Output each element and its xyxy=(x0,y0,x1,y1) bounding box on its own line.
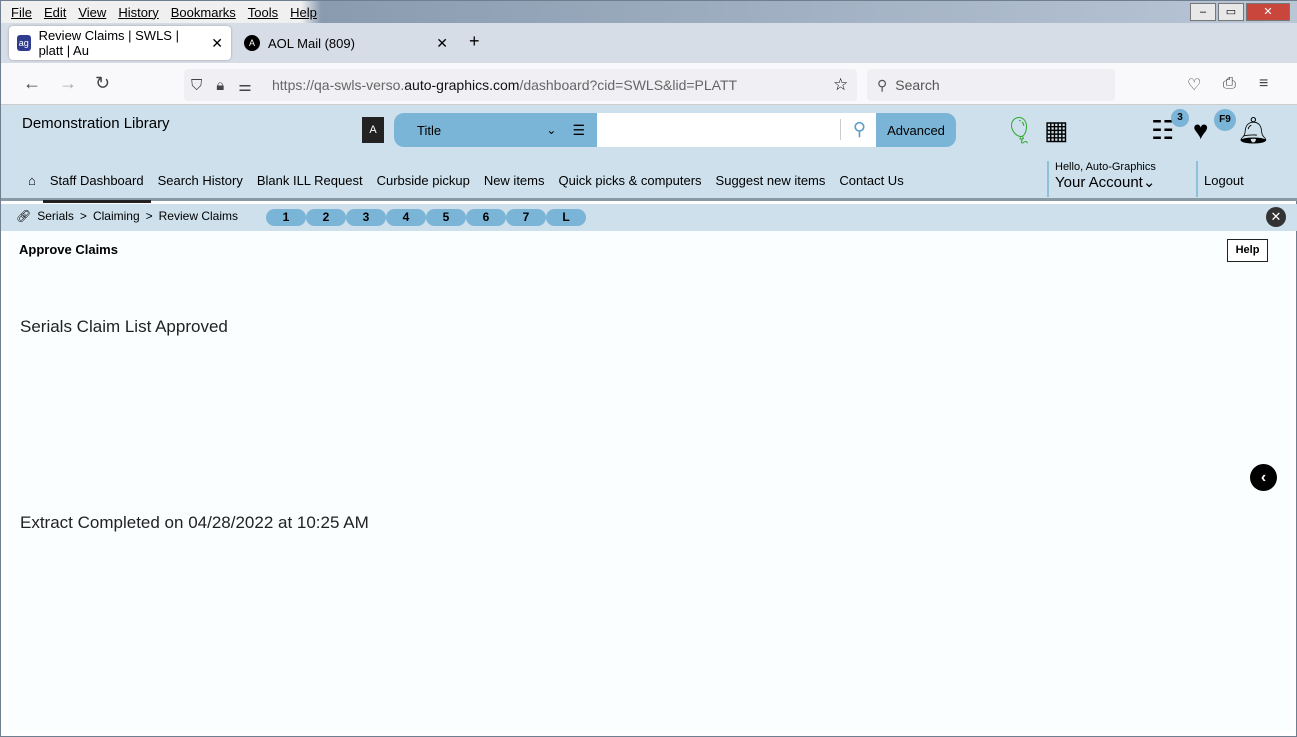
shield-icon[interactable]: ⛉ xyxy=(191,77,202,95)
search-placeholder: Search xyxy=(895,77,940,93)
menu-tools[interactable]: Tools xyxy=(248,5,278,20)
chevron-left-icon[interactable]: ‹ xyxy=(1250,464,1277,491)
page-button-2[interactable]: 2 xyxy=(306,209,346,226)
breadcrumb-separator: > xyxy=(145,209,153,223)
tab-title: AOL Mail (809) xyxy=(268,35,355,51)
ag-favicon-icon: ag xyxy=(17,35,31,51)
list-count-badge: 3 xyxy=(1171,109,1189,127)
library-name: Demonstration Library xyxy=(22,115,170,132)
balloon-icon[interactable]: 🎈︎ xyxy=(1003,115,1036,146)
lock-icon[interactable]: 🔒︎ xyxy=(216,77,224,95)
translate-icon[interactable]: A xyxy=(362,117,384,143)
search-type-select[interactable]: Title ⌄ ☰ xyxy=(394,113,597,147)
nav-contact-us[interactable]: Contact Us xyxy=(832,173,910,203)
tab-aol-mail[interactable]: A AOL Mail (809) ✕ xyxy=(236,26,456,60)
main-content: Approve Claims Help Serials Claim List A… xyxy=(7,231,1292,731)
url-path: /dashboard?cid=SWLS&lid=PLATT xyxy=(519,77,738,93)
breadcrumb-serials[interactable]: Serials xyxy=(37,209,74,223)
link-icon: 🔗︎ xyxy=(16,209,32,223)
nav-new-items[interactable]: New items xyxy=(477,173,552,203)
page-button-4[interactable]: 4 xyxy=(386,209,426,226)
reload-icon[interactable]: ↻ xyxy=(95,73,110,94)
nav-blank-ill-request[interactable]: Blank ILL Request xyxy=(250,173,370,203)
help-button[interactable]: Help xyxy=(1227,239,1268,262)
page-button-1[interactable]: 1 xyxy=(266,209,306,226)
page-button-3[interactable]: 3 xyxy=(346,209,386,226)
tab-title: Review Claims | SWLS | platt | Au xyxy=(38,28,179,58)
print-icon[interactable]: ⎙ xyxy=(1223,75,1236,93)
page-button-6[interactable]: 6 xyxy=(466,209,506,226)
nav-staff-dashboard[interactable]: Staff Dashboard xyxy=(42,173,151,203)
url-prefix: https://qa-swls-verso. xyxy=(272,77,405,93)
back-icon[interactable]: ← xyxy=(23,73,41,94)
status-message: Serials Claim List Approved xyxy=(20,317,228,336)
breadcrumb-bar: 🔗︎ Serials > Claiming > Review Claims 1 … xyxy=(1,204,1297,231)
permissions-icon[interactable]: ⚌ xyxy=(238,77,251,95)
page-shortcuts: 1 2 3 4 5 6 7 L xyxy=(266,209,586,226)
menu-view[interactable]: View xyxy=(78,5,106,20)
search-type-value: Title xyxy=(417,122,442,138)
forward-icon[interactable]: → xyxy=(59,73,77,94)
breadcrumb-separator: > xyxy=(79,209,87,223)
browser-search-input[interactable]: ⚲ Search xyxy=(867,69,1115,101)
minimize-button[interactable]: – xyxy=(1190,3,1216,21)
url-icons: ⛉ 🔒︎ ⚌ xyxy=(191,77,252,95)
aol-favicon-icon: A xyxy=(244,35,260,51)
menu-icon[interactable]: ≡ xyxy=(1259,75,1268,93)
nav-suggest-new-items[interactable]: Suggest new items xyxy=(709,173,833,203)
close-tab-icon[interactable]: ✕ xyxy=(436,35,448,52)
menu-edit[interactable]: Edit xyxy=(44,5,66,20)
menu-bar: File Edit View History Bookmarks Tools H… xyxy=(1,1,1297,23)
main-nav: ⌂ Staff Dashboard Search History Blank I… xyxy=(21,173,911,203)
greeting: Hello, Auto-Graphics xyxy=(1055,161,1156,173)
film-search-icon[interactable]: ▦ xyxy=(1044,115,1069,146)
bookmark-star-icon[interactable]: ☆ xyxy=(833,75,848,95)
home-icon[interactable]: ⌂ xyxy=(21,173,43,203)
url-domain: auto-graphics.com xyxy=(404,77,520,93)
tab-review-claims[interactable]: ag Review Claims | SWLS | platt | Au ✕ xyxy=(9,26,231,60)
page-button-7[interactable]: 7 xyxy=(506,209,546,226)
account-menu[interactable]: Hello, Auto-Graphics Your Account⌄ xyxy=(1047,161,1156,197)
tab-bar: ag Review Claims | SWLS | platt | Au ✕ A… xyxy=(1,23,1297,63)
menu-bookmarks[interactable]: Bookmarks xyxy=(171,5,236,20)
chevron-down-icon: ⌄ xyxy=(1142,174,1156,191)
database-icon[interactable]: ☰ xyxy=(572,122,585,139)
close-icon[interactable]: ✕ xyxy=(1266,207,1286,227)
advanced-search-button[interactable]: Advanced xyxy=(876,113,956,147)
page-button-5[interactable]: 5 xyxy=(426,209,466,226)
search-box: Title ⌄ ☰ ⚲ Advanced xyxy=(394,113,956,147)
breadcrumb: 🔗︎ Serials > Claiming > Review Claims xyxy=(16,209,238,223)
catalog-search-input[interactable]: ⚲ xyxy=(597,113,876,147)
search-icon[interactable]: ⚲ xyxy=(839,119,866,140)
menu-file[interactable]: File xyxy=(11,5,32,20)
breadcrumb-review-claims: Review Claims xyxy=(158,209,238,223)
close-tab-icon[interactable]: ✕ xyxy=(211,35,223,52)
logout-link[interactable]: Logout xyxy=(1196,161,1244,197)
page-title: Approve Claims xyxy=(19,242,118,257)
site-header: Demonstration Library A Title ⌄ ☰ ⚲ Adva… xyxy=(1,105,1297,203)
url-bar[interactable]: https://qa-swls-verso. auto-graphics.com /… xyxy=(184,69,857,101)
browser-toolbar: ← → ↻ https://qa-swls-verso. auto-graphic… xyxy=(1,63,1297,105)
favorites-badge: F9 xyxy=(1214,109,1236,131)
pocket-icon[interactable]: ♡ xyxy=(1187,75,1201,95)
breadcrumb-claiming[interactable]: Claiming xyxy=(93,209,140,223)
chevron-down-icon: ⌄ xyxy=(546,123,557,137)
menu-help[interactable]: Help xyxy=(290,5,317,20)
new-tab-button[interactable]: + xyxy=(469,31,480,52)
bell-icon[interactable]: 🔔︎ xyxy=(1237,115,1270,146)
extract-message: Extract Completed on 04/28/2022 at 10:25… xyxy=(20,513,369,532)
close-window-button[interactable]: ✕ xyxy=(1246,3,1290,21)
page-button-l[interactable]: L xyxy=(546,209,586,226)
heart-icon[interactable]: ♥ xyxy=(1193,115,1208,146)
your-account-label: Your Account xyxy=(1055,174,1143,191)
maximize-button[interactable]: ▭ xyxy=(1218,3,1244,21)
nav-quick-picks[interactable]: Quick picks & computers xyxy=(552,173,709,203)
search-icon: ⚲ xyxy=(877,76,888,93)
nav-curbside-pickup[interactable]: Curbside pickup xyxy=(370,173,477,203)
menu-history[interactable]: History xyxy=(118,5,158,20)
window-controls: – ▭ ✕ xyxy=(1190,3,1290,21)
nav-search-history[interactable]: Search History xyxy=(151,173,250,203)
